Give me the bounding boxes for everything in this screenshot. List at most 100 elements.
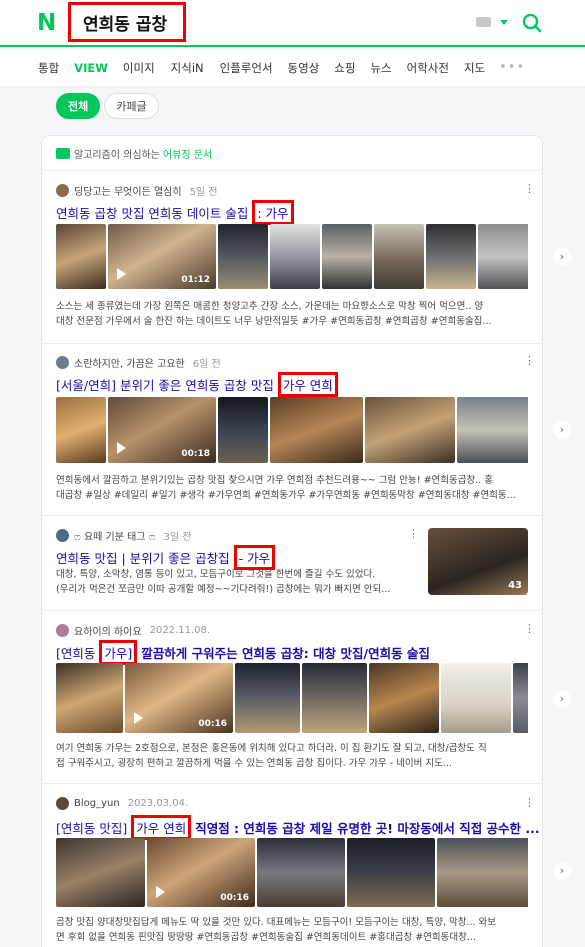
thumbnail-strip[interactable]: 00:18 [56, 397, 528, 463]
title-highlight[interactable]: 가우] [99, 640, 138, 665]
title-text[interactable]: 연희동 곱창 맛집 연희동 데이트 술집 [56, 206, 248, 221]
post-description: 소스는 세 종류였는데 가장 왼쪽은 매콤한 청양고추 간장 소스, 가운데는 … [56, 299, 526, 329]
kebab-icon[interactable]: ⋮ [524, 797, 535, 808]
search-icon[interactable] [522, 13, 542, 33]
thumbnail[interactable] [457, 397, 528, 463]
kebab-icon[interactable]: ⋮ [408, 528, 419, 539]
thumbnail[interactable] [478, 224, 528, 289]
video-thumbnail[interactable]: 00:18 [108, 397, 216, 463]
author-name[interactable]: Blog_yun [74, 798, 120, 809]
filter-chips: 전체 카페글 [56, 93, 159, 119]
title-text[interactable]: 깔끔하게 구워주는 연희동 곱창: 대창 맛집/연희동 술집 [141, 646, 430, 661]
thumbnail-strip[interactable]: 00:16 [56, 838, 528, 907]
tab-view[interactable]: VIEW [74, 61, 108, 75]
thumbnail[interactable] [302, 663, 367, 733]
divider [41, 610, 543, 611]
video-duration: 00:16 [198, 719, 227, 729]
title-text[interactable]: [연희동 [56, 646, 95, 661]
thumbnail[interactable] [441, 663, 511, 733]
thumbnail[interactable] [235, 663, 300, 733]
post-thumbnail[interactable]: 43 [428, 528, 528, 595]
tab-influencer[interactable]: 인플루언서 [220, 60, 273, 76]
avatar[interactable] [56, 356, 69, 369]
thumbnail[interactable] [426, 224, 476, 289]
next-arrow-icon[interactable]: › [553, 421, 571, 439]
title-highlight[interactable]: : 가우 [252, 200, 294, 225]
post-description: 연희동에서 깔끔하고 분위기있는 곱창 맛집 찾으시면 가우 연희점 추천드려용… [56, 473, 526, 503]
keyboard-icon[interactable] [476, 17, 491, 27]
title-text[interactable]: 직영점 : 연희동 곱창 제일 유명한 곳! 마장동에서 직접 공수한 ... [195, 821, 539, 836]
thumbnail[interactable] [347, 838, 435, 907]
post-title[interactable]: [서울/연희] 분위기 좋은 연희동 곱창 맛집 가우 연희 [56, 372, 338, 397]
thumbnail[interactable] [56, 838, 145, 907]
tab-video[interactable]: 동영상 [288, 60, 320, 76]
thumbnail[interactable] [218, 224, 268, 289]
post-date: 2022.11.08. [149, 625, 211, 636]
post-title[interactable]: 연희동 곱창 맛집 연희동 데이트 술집 : 가우 [56, 200, 294, 225]
thumbnail-strip[interactable]: 01:12 [56, 224, 528, 289]
post-meta: Blog_yun 2023.03.04. [56, 797, 188, 810]
tab-dictionary[interactable]: 어학사전 [407, 60, 449, 76]
thumbnail[interactable] [437, 838, 528, 907]
kebab-icon[interactable]: ⋮ [524, 183, 535, 194]
thumbnail[interactable] [365, 397, 455, 463]
title-text[interactable]: [연희동 맛집] [56, 821, 127, 836]
thumbnail[interactable] [369, 663, 439, 733]
next-arrow-icon[interactable]: › [553, 862, 571, 880]
avatar[interactable] [56, 624, 69, 637]
avatar[interactable] [56, 184, 69, 197]
kebab-icon[interactable]: ⋮ [524, 355, 535, 366]
title-highlight[interactable]: 가우 연희 [131, 815, 192, 840]
search-input[interactable]: 연희동 곱창 [68, 2, 186, 42]
title-text[interactable]: [서울/연희] 분위기 좋은 연희동 곱창 맛집 [56, 378, 274, 393]
post-meta: 딩당고는 무엇이든 열심히 5일 전 [56, 183, 218, 198]
tab-images[interactable]: 이미지 [123, 60, 155, 76]
thumbnail[interactable] [374, 224, 424, 289]
search-tabs: 통합 VIEW 이미지 지식iN 인플루언서 동영상 쇼핑 뉴스 어학사전 지도… [0, 49, 585, 86]
chip-all[interactable]: 전체 [56, 93, 101, 119]
tab-total[interactable]: 통합 [38, 60, 59, 76]
kebab-icon[interactable]: ⋮ [524, 623, 535, 634]
chip-cafe[interactable]: 카페글 [104, 93, 159, 119]
tab-kin[interactable]: 지식iN [171, 60, 204, 76]
author-name[interactable]: ෆ 요떼 기분 태그 ෆ [74, 528, 155, 543]
avatar[interactable] [56, 797, 69, 810]
divider [41, 515, 543, 516]
thumbnail[interactable] [513, 663, 528, 733]
avatar[interactable] [56, 529, 69, 542]
play-icon [117, 268, 126, 280]
desc-line: 대창, 특양, 소막창, 염통 등이 있고, 모듬구이로 그것을 한번에 즐길 … [56, 569, 376, 580]
post-title[interactable]: [연희동 가우] 깔끔하게 구워주는 연희동 곱창: 대창 맛집/연희동 술집 [56, 640, 430, 665]
thumbnail[interactable] [270, 397, 363, 463]
title-highlight[interactable]: 가우 연희 [277, 372, 338, 397]
title-text[interactable]: 연희동 맛집 | 분위기 좋은 곱창집 [56, 551, 230, 566]
post-title[interactable]: [연희동 맛집] 가우 연희 직영점 : 연희동 곱창 제일 유명한 곳! 마장… [56, 815, 540, 840]
tab-map[interactable]: 지도 [464, 60, 485, 76]
thumbnail[interactable] [218, 397, 268, 463]
video-thumbnail[interactable]: 00:16 [147, 838, 255, 907]
thumbnail[interactable] [56, 663, 123, 733]
video-thumbnail[interactable]: 00:16 [125, 663, 233, 733]
dropdown-icon[interactable] [500, 20, 508, 25]
thumbnail[interactable] [322, 224, 372, 289]
tab-shopping[interactable]: 쇼핑 [334, 60, 355, 76]
desc-line: (우리가 먹은건 쪼금만 이따 공개할 예정~~기다려줘!) 곱창에는 뭐가 빠… [56, 584, 391, 595]
post-title[interactable]: 연희동 맛집 | 분위기 좋은 곱창집 - 가우 [56, 545, 276, 570]
next-arrow-icon[interactable]: › [553, 690, 571, 708]
author-name[interactable]: 요하이의 하이요 [74, 623, 142, 638]
thumbnail[interactable] [56, 224, 106, 289]
notice-link[interactable]: 어뷰징 문서 [163, 146, 212, 161]
author-name[interactable]: 소란하지만, 가끔은 고요한 [74, 355, 185, 370]
more-icon[interactable]: ••• [499, 60, 525, 75]
naver-logo[interactable]: N [37, 11, 56, 35]
thumbnail[interactable] [270, 224, 320, 289]
post-description: 곱창 맛집 양대창맛집답게 메뉴도 딱 있을 것만 있다. 대표메뉴는 모듬구이… [56, 915, 526, 945]
author-name[interactable]: 딩당고는 무엇이든 열심히 [74, 183, 182, 198]
search-header: N 연희동 곱창 [0, 0, 585, 47]
thumbnail[interactable] [257, 838, 345, 907]
thumbnail-strip[interactable]: 00:16 [56, 663, 528, 733]
tab-news[interactable]: 뉴스 [370, 60, 391, 76]
video-thumbnail[interactable]: 01:12 [108, 224, 216, 289]
next-arrow-icon[interactable]: › [553, 248, 571, 266]
thumbnail[interactable] [56, 397, 106, 463]
